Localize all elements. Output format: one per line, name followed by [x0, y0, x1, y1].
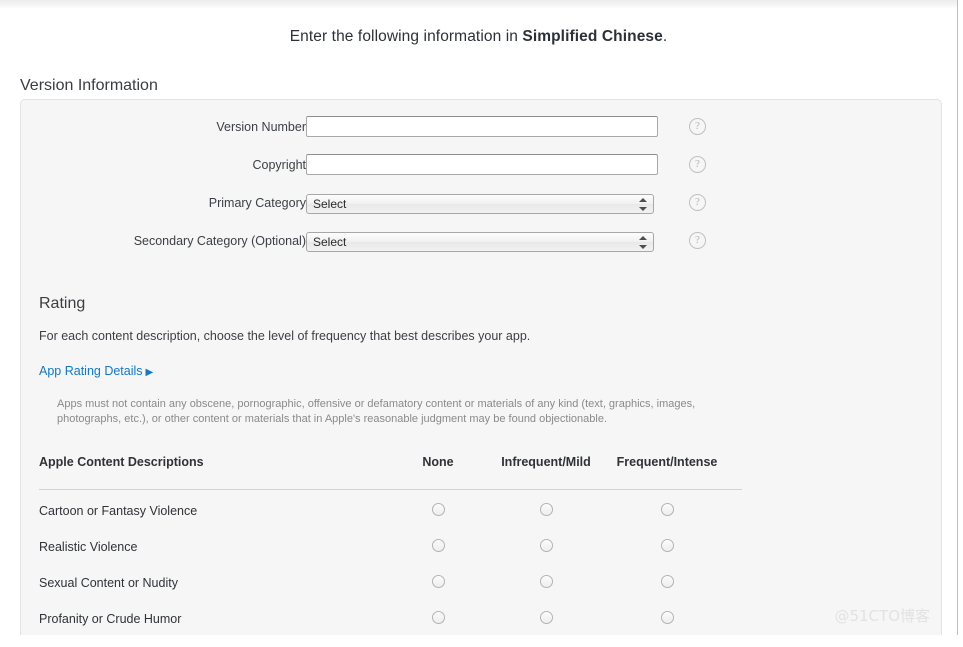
copyright-input[interactable] [306, 154, 658, 175]
row-label-realistic-violence: Realistic Violence [39, 540, 138, 554]
table-row: Realistic Violence [39, 539, 743, 575]
column-header-infrequent-mild: Infrequent/Mild [501, 455, 591, 469]
radio-sexual-content-or-nudity-frequent-intense[interactable] [661, 575, 674, 588]
label-version-number: Version Number [216, 120, 306, 134]
primary-category-value: Select [313, 197, 347, 211]
radio-profanity-or-crude-humor-infrequent-mild[interactable] [540, 611, 553, 624]
help-icon-copyright[interactable]: ? [689, 156, 706, 173]
chevron-updown-icon [638, 197, 649, 212]
page-right-gutter [958, 0, 963, 635]
app-rating-details-link[interactable]: App Rating Details ▶ [39, 364, 153, 378]
rating-heading: Rating [39, 295, 86, 312]
column-header-none: None [422, 455, 454, 469]
table-header-divider [39, 489, 742, 490]
radio-cartoon-or-fantasy-violence-none[interactable] [432, 503, 445, 516]
secondary-category-value: Select [313, 235, 347, 249]
page-title-language: Simplified Chinese [522, 28, 663, 45]
form-row-secondary-category: Secondary Category (Optional) Select ? [21, 228, 941, 254]
watermark: @51CTO博客 [834, 607, 930, 625]
secondary-category-select[interactable]: Select [306, 232, 654, 252]
radio-sexual-content-or-nudity-infrequent-mild[interactable] [540, 575, 553, 588]
radio-cartoon-or-fantasy-violence-frequent-intense[interactable] [661, 503, 674, 516]
label-secondary-category: Secondary Category (Optional) [133, 234, 306, 248]
form-row-copyright: Copyright ? [21, 152, 941, 178]
page-title-suffix: . [662, 28, 668, 45]
radio-realistic-violence-frequent-intense[interactable] [661, 539, 674, 552]
form-row-primary-category: Primary Category Select ? [21, 190, 941, 216]
page-title-prefix: Enter the following information in [289, 28, 523, 45]
page-title: Enter the following information in Simpl… [0, 28, 957, 46]
radio-profanity-or-crude-humor-none[interactable] [432, 611, 445, 624]
primary-category-select[interactable]: Select [306, 194, 654, 214]
rating-description: For each content description, choose the… [39, 329, 531, 343]
label-primary-category: Primary Category [208, 196, 306, 210]
chevron-updown-icon [638, 235, 649, 250]
rating-disclaimer: Apps must not contain any obscene, porno… [57, 398, 696, 425]
row-label-cartoon-or-fantasy-violence: Cartoon or Fantasy Violence [39, 504, 198, 518]
version-number-input[interactable] [306, 116, 658, 137]
app-store-connect-version-page: Enter the following information in Simpl… [0, 0, 957, 635]
column-header-frequent-intense: Frequent/Intense [616, 455, 718, 469]
label-copyright: Copyright [252, 158, 307, 172]
app-rating-details-label: App Rating Details [39, 364, 143, 378]
form-row-version-number: Version Number ? [21, 114, 941, 140]
radio-realistic-violence-infrequent-mild[interactable] [540, 539, 553, 552]
help-icon-secondary-category[interactable]: ? [689, 232, 706, 249]
triangle-right-icon: ▶ [145, 367, 154, 378]
radio-sexual-content-or-nudity-none[interactable] [432, 575, 445, 588]
row-label-profanity-or-crude-humor: Profanity or Crude Humor [39, 612, 182, 626]
radio-cartoon-or-fantasy-violence-infrequent-mild[interactable] [540, 503, 553, 516]
help-icon-version-number[interactable]: ? [689, 118, 706, 135]
row-label-sexual-content-or-nudity: Sexual Content or Nudity [39, 576, 178, 590]
section-title-version-information: Version Information [20, 77, 158, 94]
table-row: Profanity or Crude Humor [39, 611, 743, 647]
content-descriptions-table-header: Apple Content Descriptions None Infreque… [39, 455, 743, 473]
table-row: Sexual Content or Nudity [39, 575, 743, 611]
radio-realistic-violence-none[interactable] [432, 539, 445, 552]
help-icon-primary-category[interactable]: ? [689, 194, 706, 211]
radio-profanity-or-crude-humor-frequent-intense[interactable] [661, 611, 674, 624]
table-row: Cartoon or Fantasy Violence [39, 503, 743, 539]
column-header-description: Apple Content Descriptions [39, 455, 204, 469]
